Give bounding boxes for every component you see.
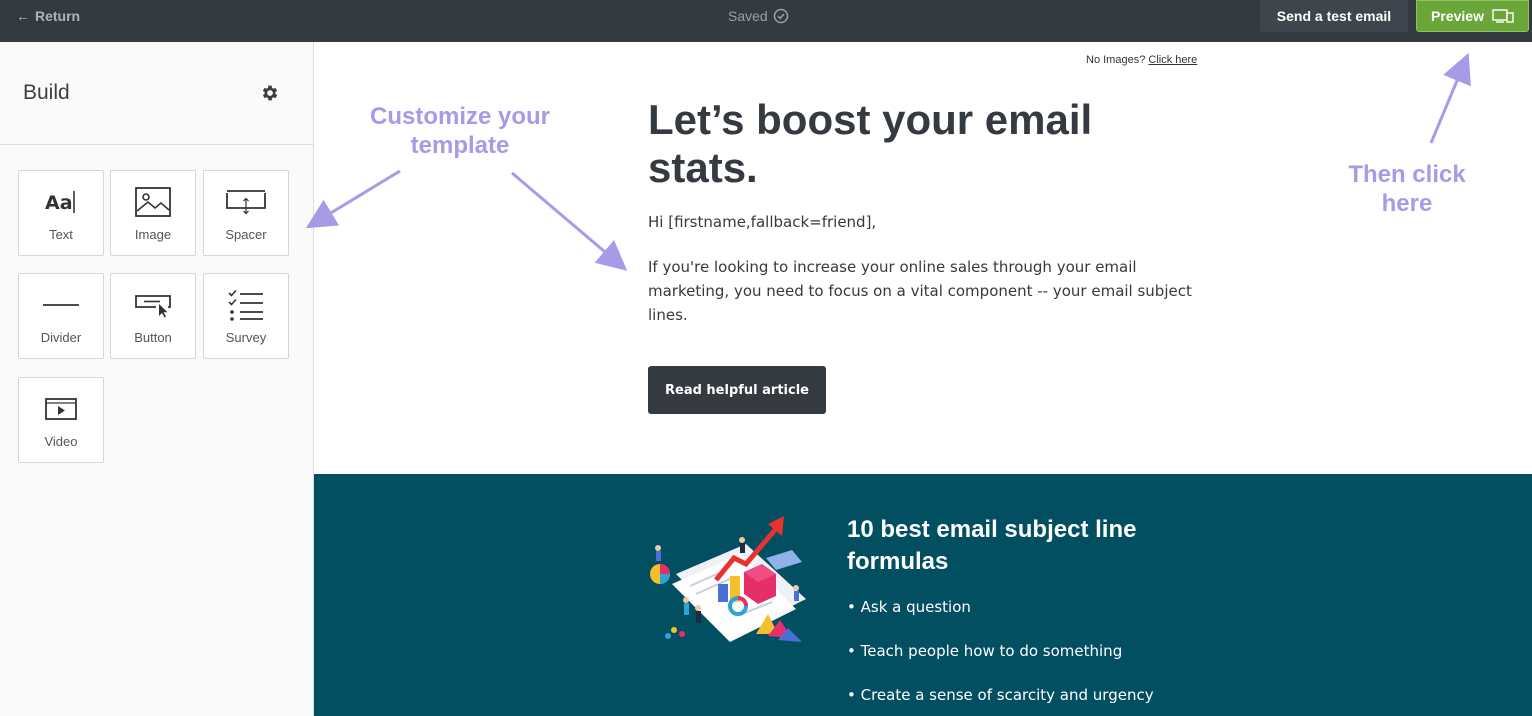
read-article-label: Read helpful article: [665, 382, 809, 398]
bullet-item[interactable]: • Create a sense of scarcity and urgency: [847, 686, 1154, 704]
svg-text:Aa: Aa: [45, 192, 73, 214]
block-divider-label: Divider: [40, 330, 82, 345]
analytics-illustration[interactable]: [646, 514, 810, 654]
top-bar: ← Return Saved Send a test email Preview: [0, 0, 1532, 42]
no-images-text: No Images?: [1086, 54, 1146, 66]
bullet-item[interactable]: • Ask a question: [847, 598, 971, 616]
block-button-label: Button: [134, 330, 172, 345]
video-icon: [45, 398, 77, 420]
then-click-annotation: Then click here: [1348, 161, 1466, 217]
email-headline[interactable]: Let’s boost your email stats.: [648, 96, 1148, 192]
saved-status: Saved: [728, 8, 789, 24]
send-test-email-button[interactable]: Send a test email: [1260, 0, 1408, 32]
sidebar-header: Build: [0, 42, 313, 145]
block-video[interactable]: Video: [18, 377, 104, 463]
block-spacer[interactable]: Spacer: [203, 170, 289, 256]
return-label: Return: [35, 8, 81, 24]
block-button[interactable]: Button: [110, 273, 196, 359]
no-images-notice: No Images? Click here: [1086, 54, 1197, 66]
button-icon: [135, 295, 171, 318]
block-divider[interactable]: Divider: [18, 273, 104, 359]
text-icon: Aa: [45, 191, 75, 214]
block-survey[interactable]: Survey: [203, 273, 289, 359]
spacer-icon: [226, 190, 266, 215]
build-sidebar: Build Aa Text Image Spacer Divider Butto…: [0, 42, 314, 716]
block-spacer-label: Spacer: [225, 227, 267, 242]
image-icon: [135, 187, 171, 217]
section-title[interactable]: 10 best email subject line formulas: [847, 514, 1207, 578]
email-paragraph[interactable]: If you're looking to increase your onlin…: [648, 255, 1218, 327]
block-survey-label: Survey: [225, 330, 267, 345]
devices-icon: [1492, 9, 1514, 23]
build-title: Build: [23, 81, 70, 104]
check-circle-icon: [773, 8, 788, 24]
block-image[interactable]: Image: [110, 170, 196, 256]
survey-icon: [228, 289, 263, 321]
preview-label: Preview: [1431, 8, 1484, 24]
block-text-label: Text: [49, 227, 73, 242]
subject-lines-section: 10 best email subject line formulas • As…: [314, 474, 1532, 716]
divider-icon: [43, 304, 79, 306]
return-link[interactable]: ← Return: [16, 8, 80, 24]
arrow-left-icon: ←: [16, 8, 30, 24]
email-greeting[interactable]: Hi [firstname,fallback=friend],: [648, 213, 876, 231]
block-video-label: Video: [44, 434, 78, 449]
send-test-email-label: Send a test email: [1276, 8, 1392, 24]
read-article-button[interactable]: Read helpful article: [648, 366, 826, 414]
gear-icon[interactable]: [260, 83, 280, 103]
block-image-label: Image: [134, 227, 172, 242]
customize-annotation: Customize your template: [369, 103, 551, 159]
saved-label: Saved: [728, 8, 768, 24]
block-text[interactable]: Aa Text: [18, 170, 104, 256]
no-images-link[interactable]: Click here: [1148, 54, 1197, 66]
preview-button[interactable]: Preview: [1416, 0, 1529, 32]
bullet-item[interactable]: • Teach people how to do something: [847, 642, 1122, 660]
